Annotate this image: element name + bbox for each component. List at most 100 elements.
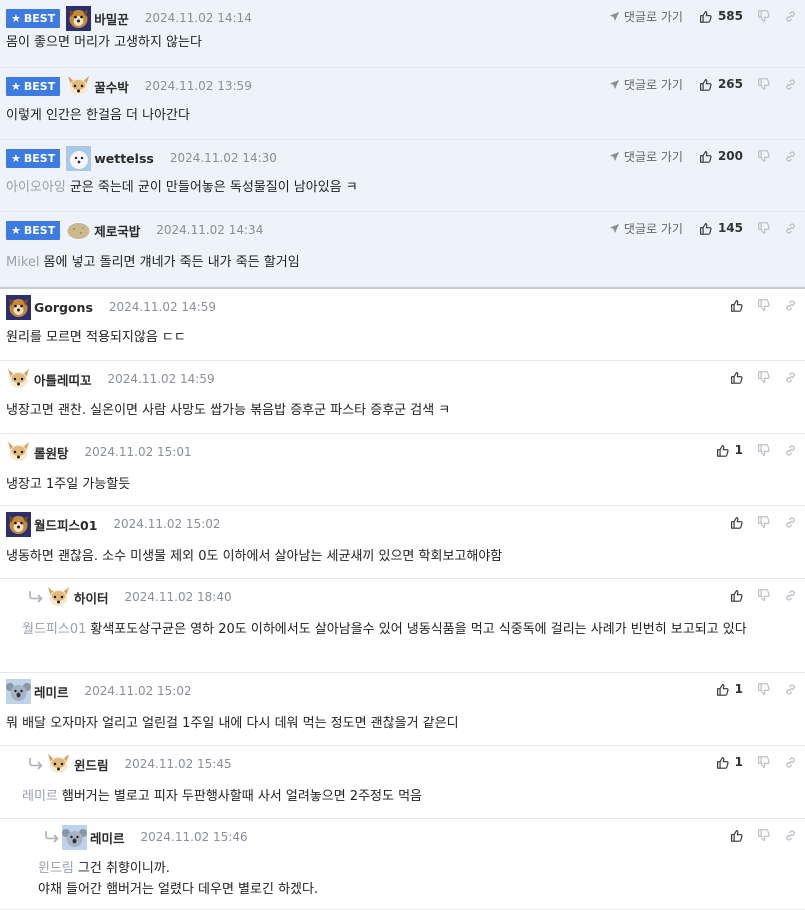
- author-nickname[interactable]: 윈드림: [74, 755, 109, 774]
- dislike-button[interactable]: [757, 221, 770, 235]
- dislike-button[interactable]: [757, 828, 770, 842]
- like-button[interactable]: [730, 589, 743, 602]
- thumbs-up-icon: [699, 78, 712, 91]
- star-icon: ★: [11, 223, 21, 237]
- comment-header: 레미르 2024.11.02 15:02: [6, 678, 192, 704]
- mentioned-user[interactable]: 월드피스01: [22, 622, 86, 637]
- comment-body: 뭐 배달 오자마자 얼리고 얼린걸 1주일 내에 다시 데워 먹는 정도면 괜찮…: [6, 716, 459, 731]
- comment-header: 롤원탕 2024.11.02 15:01: [6, 440, 192, 464]
- like-button[interactable]: 1: [716, 443, 743, 457]
- copy-link-button[interactable]: [784, 589, 797, 602]
- copy-link-button[interactable]: [784, 10, 797, 23]
- location-arrow-icon: [609, 223, 620, 234]
- fox-avatar[interactable]: [6, 440, 31, 465]
- thumbs-down-icon: [758, 77, 770, 90]
- thumbs-down-icon: [758, 9, 770, 22]
- like-button[interactable]: 1: [716, 755, 743, 769]
- koala-avatar[interactable]: [62, 824, 87, 850]
- best-badge: ★ BEST: [6, 148, 61, 168]
- potato-avatar[interactable]: [66, 218, 91, 243]
- author-nickname[interactable]: 레미르: [34, 682, 69, 701]
- like-button[interactable]: 265: [699, 77, 743, 91]
- star-icon: ★: [11, 11, 21, 25]
- copy-link-button[interactable]: [784, 222, 797, 235]
- copy-link-button[interactable]: [784, 444, 797, 457]
- mentioned-user[interactable]: 레미르: [22, 789, 58, 804]
- comment-text: 냉동하면 괜찮음. 소수 미생물 제외 0도 이하에서 살아남는 세균새끼 있으…: [6, 546, 791, 567]
- dislike-button[interactable]: [757, 9, 770, 23]
- comment-date: 2024.11.02 18:40: [124, 590, 232, 604]
- copy-link-button[interactable]: [784, 78, 797, 91]
- like-button[interactable]: [730, 829, 743, 842]
- comment-date: 2024.11.02 15:02: [113, 517, 221, 531]
- goto-reply-label: 댓글로 가기: [623, 149, 683, 164]
- comment-text: 이렇게 인간은 한걸음 더 나아간다: [6, 105, 791, 126]
- goto-reply-link[interactable]: 댓글로 가기: [609, 148, 683, 165]
- copy-link-button[interactable]: [784, 516, 797, 529]
- like-button[interactable]: 200: [699, 149, 743, 163]
- goto-reply-label: 댓글로 가기: [623, 221, 683, 236]
- dislike-button[interactable]: [757, 298, 770, 312]
- comment-item: Gorgons 2024.11.02 14:59 원리를 모르면 적용되지않음 ㄷㄷ: [0, 289, 805, 361]
- comment-actions: 댓글로 가기 585: [609, 6, 797, 26]
- dog-avatar[interactable]: [66, 5, 92, 31]
- dislike-button[interactable]: [757, 149, 770, 163]
- dislike-button[interactable]: [757, 755, 770, 769]
- author-nickname[interactable]: 바밀꾼: [94, 9, 129, 28]
- goto-reply-link[interactable]: 댓글로 가기: [609, 8, 683, 25]
- like-button[interactable]: [730, 516, 743, 529]
- author-nickname[interactable]: 아틀레띠꼬: [34, 370, 92, 389]
- like-button[interactable]: 1: [716, 682, 743, 696]
- author-nickname[interactable]: 월드피스01: [34, 515, 97, 534]
- comment-date: 2024.11.02 14:14: [144, 11, 252, 25]
- dislike-button[interactable]: [757, 588, 770, 602]
- fox-avatar[interactable]: [66, 74, 91, 99]
- copy-link-button[interactable]: [784, 756, 797, 769]
- like-button[interactable]: 585: [699, 9, 743, 23]
- best-comment: ★ BEST 제로국밥 2024.11.02 14:34 댓글로 가기 145 Mikel 몸…: [0, 212, 805, 287]
- comment-text: 몸이 좋으면 머리가 고생하지 않는다: [6, 32, 791, 53]
- copy-link-button[interactable]: [784, 150, 797, 163]
- dislike-button[interactable]: [757, 443, 770, 457]
- link-icon: [786, 299, 795, 311]
- author-nickname[interactable]: 레미르: [90, 828, 125, 847]
- dog-avatar[interactable]: [6, 511, 31, 537]
- white-dog-avatar[interactable]: [66, 145, 92, 171]
- copy-link-button[interactable]: [784, 683, 797, 696]
- dislike-button[interactable]: [757, 77, 770, 91]
- comment-text: 월드피스01 황색포도상구균은 영하 20도 이하에서도 살아남을수 있어 냉동식…: [22, 619, 791, 640]
- dog-avatar[interactable]: [6, 294, 31, 320]
- goto-reply-link[interactable]: 댓글로 가기: [609, 76, 683, 93]
- author-nickname[interactable]: Gorgons: [34, 300, 93, 315]
- copy-link-button[interactable]: [784, 371, 797, 384]
- mentioned-user[interactable]: 윈드림: [38, 861, 74, 876]
- comment-text: Mikel 몸에 넣고 돌리면 걔네가 죽든 내가 죽든 할거임: [6, 252, 791, 273]
- star-icon: ★: [11, 151, 21, 165]
- author-nickname[interactable]: 꿀수박: [94, 77, 129, 96]
- koala-avatar[interactable]: [6, 678, 31, 704]
- thumbs-up-icon: [730, 829, 743, 842]
- mentioned-user[interactable]: Mikel: [6, 255, 40, 270]
- comment-item: 하이터 2024.11.02 18:40 월드피스01 황색포도상구균은 영하 20도…: [0, 579, 805, 673]
- dislike-button[interactable]: [757, 682, 770, 696]
- dislike-button[interactable]: [757, 370, 770, 384]
- author-nickname[interactable]: 하이터: [74, 588, 109, 607]
- comment-actions: 댓글로 가기 200: [609, 146, 797, 166]
- link-icon: [786, 371, 795, 383]
- like-button[interactable]: [730, 299, 743, 312]
- fox-avatar[interactable]: [46, 585, 71, 610]
- like-button[interactable]: 145: [699, 221, 743, 235]
- thumbs-down-icon: [758, 298, 770, 311]
- mentioned-user[interactable]: 아이오아잉: [6, 180, 66, 195]
- copy-link-button[interactable]: [784, 829, 797, 842]
- author-nickname[interactable]: 제로국밥: [94, 221, 140, 240]
- link-icon: [786, 222, 795, 234]
- dislike-button[interactable]: [757, 515, 770, 529]
- goto-reply-link[interactable]: 댓글로 가기: [609, 220, 683, 237]
- author-nickname[interactable]: 롤원탕: [34, 443, 69, 462]
- copy-link-button[interactable]: [784, 299, 797, 312]
- like-button[interactable]: [730, 371, 743, 384]
- fox-avatar[interactable]: [6, 367, 31, 392]
- fox-avatar[interactable]: [46, 752, 71, 777]
- author-nickname[interactable]: wettelss: [94, 151, 154, 166]
